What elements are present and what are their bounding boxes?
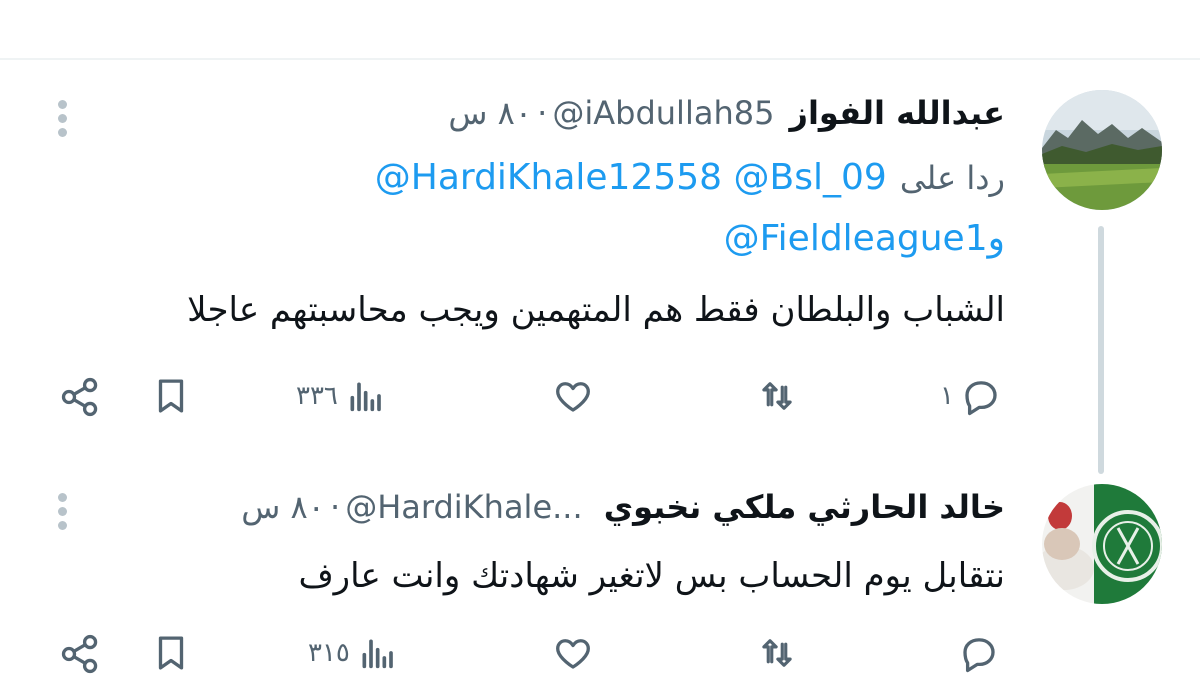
- timestamp[interactable]: ٨٠ س: [448, 94, 532, 132]
- retweet-button[interactable]: [754, 375, 800, 417]
- views-count: ٣١٥: [308, 638, 350, 668]
- like-button[interactable]: [552, 375, 594, 417]
- bookmark-button[interactable]: [150, 375, 192, 417]
- tweet-header: عبدالله الفواز @iAbdullah85 · ٨٠ س: [245, 94, 1005, 138]
- reply-button[interactable]: [958, 632, 1000, 674]
- share-icon: [61, 634, 98, 674]
- display-name[interactable]: خالد الحارثي ملكي نخبوي: [604, 488, 1005, 526]
- previous-tweet-remnant: [960, 0, 1160, 8]
- retweet-icon: [762, 382, 792, 410]
- like-button[interactable]: [552, 632, 594, 674]
- reply-count: ١: [940, 381, 954, 411]
- tweet-header: خالد الحارثي ملكي نخبوي @HardiKhale... ·…: [105, 488, 1005, 532]
- heart-icon: [556, 639, 590, 669]
- mention-links[interactable]: @HardiKhale12558 @Bsl_09: [375, 157, 887, 198]
- avatar[interactable]: [1042, 484, 1162, 604]
- reply-icon: [965, 381, 997, 416]
- user-handle[interactable]: @HardiKhale...: [345, 488, 582, 526]
- separator-dot: ·: [537, 94, 548, 132]
- views-button[interactable]: ٣٣٦: [296, 376, 384, 416]
- avatar-landscape-image: [1042, 90, 1162, 210]
- reply-context-line2: و@Fieldleague1: [245, 218, 1005, 259]
- reply-prefix: ردا على: [899, 159, 1005, 197]
- user-handle[interactable]: @iAbdullah85: [552, 94, 774, 132]
- bookmark-icon: [158, 379, 184, 413]
- more-options-icon[interactable]: [54, 488, 70, 535]
- avatar[interactable]: [1042, 90, 1162, 210]
- views-button[interactable]: ٣١٥: [308, 633, 396, 673]
- views-count: ٣٣٦: [296, 381, 338, 411]
- reply-context: ردا على @HardiKhale12558 @Bsl_09: [245, 157, 1005, 198]
- bookmark-icon: [158, 636, 184, 670]
- share-icon: [61, 377, 98, 417]
- share-button[interactable]: [58, 375, 102, 419]
- heart-icon: [556, 382, 590, 412]
- analytics-icon: [362, 639, 393, 669]
- timestamp[interactable]: ٨٠ س: [241, 488, 325, 526]
- display-name[interactable]: عبدالله الفواز: [790, 94, 1005, 132]
- analytics-icon: [350, 382, 381, 412]
- tweet-divider: [0, 58, 1200, 60]
- reply-button[interactable]: ١: [940, 375, 1002, 417]
- mention-link[interactable]: @Fieldleague1: [724, 218, 988, 259]
- reply-icon: [963, 638, 995, 673]
- tweet-text: نتقابل يوم الحساب بس لاتغير شهادتك وانت …: [298, 556, 1005, 596]
- more-options-icon[interactable]: [54, 95, 70, 142]
- separator-dot: ·: [329, 488, 341, 526]
- avatar-club-logo-image: [1042, 484, 1162, 604]
- retweet-button[interactable]: [754, 632, 800, 674]
- bookmark-button[interactable]: [150, 632, 192, 674]
- tweet-text: الشباب والبلطان فقط هم المتهمين ويجب محا…: [187, 290, 1005, 330]
- thread-connector-line: [1098, 226, 1104, 474]
- retweet-icon: [762, 639, 792, 667]
- share-button[interactable]: [58, 632, 102, 676]
- mention-conjunction: و: [987, 218, 1005, 259]
